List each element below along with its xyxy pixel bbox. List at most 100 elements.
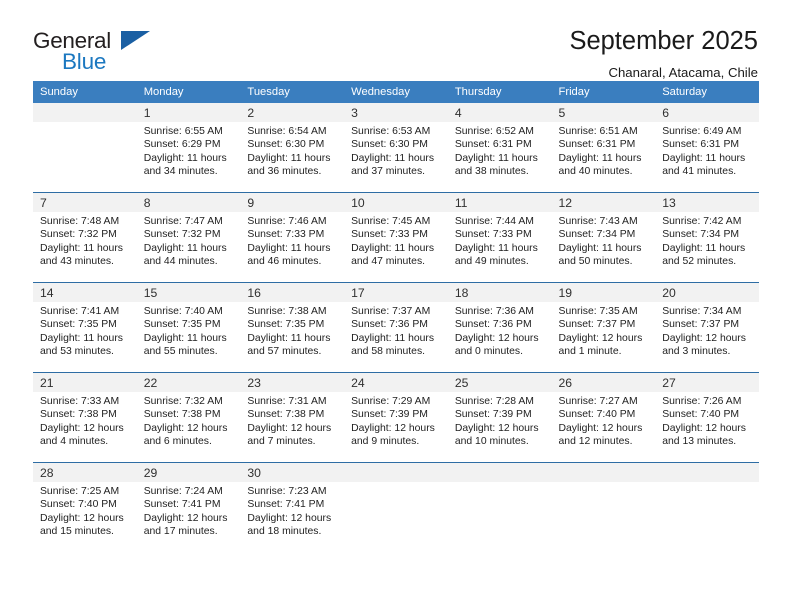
day-number: 17 [344, 283, 448, 302]
day-sunrise: Sunrise: 7:33 AM [40, 396, 120, 407]
day-sunset: Sunset: 6:29 PM [143, 139, 221, 151]
calendar-day-cell[interactable]: 25 Sunrise: 7:28 AM Sunset: 7:39 PM Dayligh… [447, 372, 552, 463]
day-sunset: Sunset: 6:31 PM [662, 139, 740, 151]
day-daylight-line: and 52 minutes. [662, 256, 737, 268]
day-number: 27 [655, 373, 759, 392]
calendar-day-cell[interactable]: 22 Sunrise: 7:32 AM Sunset: 7:38 PM Dayligh… [136, 372, 241, 463]
day-sunset: Sunset: 7:40 PM [662, 409, 740, 421]
day-daylight-line: Daylight: 12 hours [247, 422, 332, 434]
day-details: Sunrise: 7:44 AM Sunset: 7:33 PM Daylight:… [448, 212, 552, 269]
day-sunrise: Sunrise: 7:43 AM [558, 216, 638, 227]
day-daylight-line: and 7 minutes. [247, 436, 316, 448]
calendar-day-cell[interactable]: 29 Sunrise: 7:24 AM Sunset: 7:41 PM Dayligh… [136, 462, 241, 552]
day-daylight-line: Daylight: 11 hours [40, 332, 123, 344]
calendar-day-cell[interactable]: 7 Sunrise: 7:48 AM Sunset: 7:32 PM Daylight… [33, 192, 137, 283]
calendar-day-cell[interactable]: 12 Sunrise: 7:43 AM Sunset: 7:34 PM Dayligh… [551, 192, 656, 283]
day-sunrise: Sunrise: 7:37 AM [351, 306, 431, 317]
day-sunrise: Sunrise: 6:53 AM [351, 126, 431, 137]
day-sunrise: Sunrise: 7:36 AM [454, 306, 534, 317]
day-sunset: Sunset: 7:35 PM [143, 319, 221, 331]
calendar-day-cell[interactable]: 15 Sunrise: 7:40 AM Sunset: 7:35 PM Dayligh… [136, 282, 241, 373]
day-daylight-line: and 49 minutes. [454, 256, 529, 268]
day-sunset: Sunset: 7:36 PM [454, 319, 532, 331]
day-number: 28 [33, 463, 137, 482]
calendar-day-cell[interactable]: 11 Sunrise: 7:44 AM Sunset: 7:33 PM Dayligh… [447, 192, 552, 283]
calendar-day-cell[interactable]: 2 Sunrise: 6:54 AM Sunset: 6:30 PM Daylight… [240, 103, 345, 193]
day-number: 29 [136, 463, 241, 482]
calendar-day-cell[interactable]: 5 Sunrise: 6:51 AM Sunset: 6:31 PM Daylight… [551, 103, 656, 193]
day-sunset: Sunset: 7:38 PM [247, 409, 325, 421]
day-daylight-line: and 57 minutes. [247, 346, 322, 358]
day-number [655, 463, 759, 482]
day-sunset: Sunset: 7:34 PM [558, 229, 636, 241]
calendar-day-cell[interactable]: 26 Sunrise: 7:27 AM Sunset: 7:40 PM Dayligh… [551, 372, 656, 463]
day-daylight-line: Daylight: 12 hours [662, 332, 746, 344]
day-number: 4 [447, 103, 552, 122]
weekday-header-tuesday: Tuesday [240, 81, 345, 103]
calendar-day-cell[interactable]: 19 Sunrise: 7:35 AM Sunset: 7:37 PM Dayligh… [551, 282, 656, 373]
calendar-day-cell[interactable]: 10 Sunrise: 7:45 AM Sunset: 7:33 PM Dayligh… [344, 192, 448, 283]
day-daylight-line: Daylight: 11 hours [351, 152, 435, 164]
day-sunset: Sunset: 7:34 PM [662, 229, 740, 241]
day-sunset: Sunset: 7:33 PM [454, 229, 532, 241]
calendar-day-cell[interactable]: 14 Sunrise: 7:41 AM Sunset: 7:35 PM Dayligh… [33, 282, 137, 373]
day-number: 23 [240, 373, 345, 392]
day-number: 19 [551, 283, 656, 302]
calendar-day-cell[interactable]: 27 Sunrise: 7:26 AM Sunset: 7:40 PM Dayligh… [655, 372, 759, 463]
day-sunrise: Sunrise: 7:41 AM [40, 306, 120, 317]
day-sunset: Sunset: 7:36 PM [351, 319, 428, 331]
calendar-day-cell[interactable]: 18 Sunrise: 7:36 AM Sunset: 7:36 PM Dayligh… [447, 282, 552, 373]
calendar-day-cell[interactable]: 16 Sunrise: 7:38 AM Sunset: 7:35 PM Dayligh… [240, 282, 345, 373]
day-number: 14 [33, 283, 137, 302]
calendar-day-cell[interactable]: 8 Sunrise: 7:47 AM Sunset: 7:32 PM Daylight… [136, 192, 241, 283]
day-sunset: Sunset: 7:37 PM [558, 319, 636, 331]
calendar-day-cell[interactable]: 4 Sunrise: 6:52 AM Sunset: 6:31 PM Daylight… [447, 103, 552, 193]
day-daylight-line: Daylight: 12 hours [662, 422, 746, 434]
day-sunrise: Sunrise: 6:51 AM [558, 126, 638, 137]
calendar-day-cell[interactable]: 13 Sunrise: 7:42 AM Sunset: 7:34 PM Dayligh… [655, 192, 759, 283]
calendar-day-cell[interactable]: 24 Sunrise: 7:29 AM Sunset: 7:39 PM Dayligh… [344, 372, 448, 463]
day-sunset: Sunset: 7:38 PM [40, 409, 117, 421]
day-daylight-line: and 13 minutes. [662, 436, 737, 448]
day-number: 12 [551, 193, 656, 212]
calendar-day-cell[interactable]: 17 Sunrise: 7:37 AM Sunset: 7:36 PM Dayligh… [344, 282, 448, 373]
day-sunset: Sunset: 7:32 PM [143, 229, 221, 241]
weekday-header-wednesday: Wednesday [344, 81, 448, 103]
day-details: Sunrise: 7:24 AM Sunset: 7:41 PM Daylight:… [137, 482, 241, 539]
day-sunrise: Sunrise: 7:46 AM [247, 216, 327, 227]
day-sunrise: Sunrise: 7:40 AM [143, 306, 223, 317]
day-details: Sunrise: 7:47 AM Sunset: 7:32 PM Daylight:… [137, 212, 241, 269]
calendar-day-cell[interactable]: 6 Sunrise: 6:49 AM Sunset: 6:31 PM Daylight… [655, 103, 759, 193]
calendar-day-cell[interactable]: 1 Sunrise: 6:55 AM Sunset: 6:29 PM Daylight… [136, 103, 241, 193]
calendar-day-cell[interactable]: 23 Sunrise: 7:31 AM Sunset: 7:38 PM Dayligh… [240, 372, 345, 463]
day-sunset: Sunset: 6:30 PM [247, 139, 325, 151]
day-sunrise: Sunrise: 7:34 AM [662, 306, 742, 317]
day-sunrise: Sunrise: 7:24 AM [143, 486, 223, 497]
day-daylight-line: and 58 minutes. [351, 346, 426, 358]
day-details: Sunrise: 7:48 AM Sunset: 7:32 PM Daylight:… [33, 212, 137, 269]
page-subtitle: Chanaral, Atacama, Chile [608, 65, 758, 81]
day-number: 9 [240, 193, 345, 212]
day-number: 2 [240, 103, 345, 122]
day-sunrise: Sunrise: 7:29 AM [351, 396, 431, 407]
calendar-day-cell[interactable]: 21 Sunrise: 7:33 AM Sunset: 7:38 PM Dayligh… [33, 372, 137, 463]
day-number: 8 [136, 193, 241, 212]
day-daylight-line: and 55 minutes. [143, 346, 218, 358]
day-details: Sunrise: 6:51 AM Sunset: 6:31 PM Daylight:… [552, 122, 656, 179]
day-sunrise: Sunrise: 6:54 AM [247, 126, 327, 137]
calendar-cell-empty [551, 462, 656, 552]
day-sunrise: Sunrise: 7:27 AM [558, 396, 638, 407]
day-details: Sunrise: 7:34 AM Sunset: 7:37 PM Daylight:… [655, 302, 759, 359]
page-header: General Blue September 2025 Chanaral, At… [33, 0, 759, 80]
day-sunrise: Sunrise: 7:23 AM [247, 486, 327, 497]
day-number: 6 [655, 103, 759, 122]
calendar-day-cell[interactable]: 30 Sunrise: 7:23 AM Sunset: 7:41 PM Dayligh… [240, 462, 345, 552]
day-sunrise: Sunrise: 6:52 AM [454, 126, 534, 137]
day-daylight-line: Daylight: 12 hours [454, 332, 539, 344]
calendar-day-cell[interactable]: 9 Sunrise: 7:46 AM Sunset: 7:33 PM Daylight… [240, 192, 345, 283]
day-daylight-line: Daylight: 12 hours [558, 332, 643, 344]
calendar-day-cell[interactable]: 28 Sunrise: 7:25 AM Sunset: 7:40 PM Dayligh… [33, 462, 137, 552]
calendar-day-cell[interactable]: 20 Sunrise: 7:34 AM Sunset: 7:37 PM Dayligh… [655, 282, 759, 373]
calendar-day-cell[interactable]: 3 Sunrise: 6:53 AM Sunset: 6:30 PM Daylight… [344, 103, 448, 193]
day-number [33, 103, 137, 122]
